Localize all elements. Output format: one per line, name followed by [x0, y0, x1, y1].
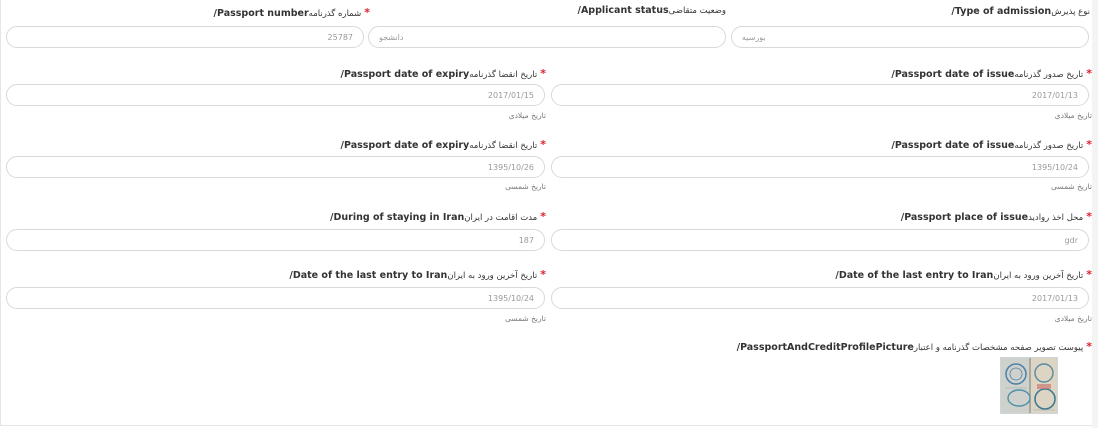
last-entry-calendar-hint: تاریخ شمسی	[505, 314, 546, 323]
stay-duration-label: *مدت اقامت در ایرانDuring of staying in …	[330, 210, 546, 223]
applicant-status-label: وضعیت متقاضیApplicant status/	[577, 5, 726, 16]
passport-photo-icon	[1001, 358, 1057, 413]
required-icon: *	[540, 210, 546, 223]
passport-expiry-label: *تاریخ انقضا گذرنامهPassport date of exp…	[340, 138, 547, 151]
expiry-calendar-hint: تاریخ شمسی	[505, 182, 546, 191]
admission-type-label: نوع پذیرشType of admission/	[951, 6, 1090, 17]
passport-issue-label: *تاریخ صدور گذرنامهPassport date of issu…	[891, 67, 1092, 80]
passport-issue-label: *تاریخ صدور گذرنامهPassport date of issu…	[891, 138, 1092, 151]
last-entry-calendar-hint: تاریخ میلادی	[1054, 314, 1092, 323]
required-icon: *	[540, 268, 546, 281]
stay-duration-input[interactable]	[6, 229, 545, 251]
last-entry-solar-input[interactable]	[6, 287, 545, 309]
applicant-status-input[interactable]	[368, 26, 726, 48]
passport-expiry-solar-input[interactable]	[6, 156, 545, 178]
issue-calendar-hint: تاریخ شمسی	[1051, 182, 1092, 191]
required-icon: *	[540, 138, 546, 151]
passport-issue-gregorian-input[interactable]	[551, 84, 1089, 106]
admission-type-input[interactable]	[731, 26, 1089, 48]
required-icon: *	[540, 67, 546, 80]
last-entry-label: *تاریخ آخرین ورود به ایرانDate of the la…	[289, 268, 546, 281]
passport-number-label: *شماره گذرنامهPassport number/	[213, 6, 370, 19]
expiry-calendar-hint: تاریخ میلادی	[508, 111, 546, 120]
passport-expiry-label: *تاریخ انقضا گذرنامهPassport date of exp…	[340, 67, 547, 80]
passport-number-input[interactable]	[6, 26, 364, 48]
attachment-label: *پیوست تصویر صفحه مشخصات گذرنامه و اعتبا…	[736, 340, 1092, 353]
scrollbar[interactable]	[1092, 0, 1098, 428]
last-entry-gregorian-input[interactable]	[551, 287, 1089, 309]
required-icon: *	[364, 6, 370, 19]
passport-issue-solar-input[interactable]	[551, 156, 1089, 178]
passport-photo-thumbnail[interactable]	[1000, 357, 1058, 414]
passport-expiry-gregorian-input[interactable]	[6, 84, 545, 106]
passport-place-input[interactable]	[551, 229, 1089, 251]
issue-calendar-hint: تاریخ میلادی	[1054, 111, 1092, 120]
passport-place-label: *محل اخذ روادیدPassport place of issue/	[900, 210, 1092, 223]
last-entry-label: *تاریخ آخرین ورود به ایرانDate of the la…	[835, 268, 1092, 281]
